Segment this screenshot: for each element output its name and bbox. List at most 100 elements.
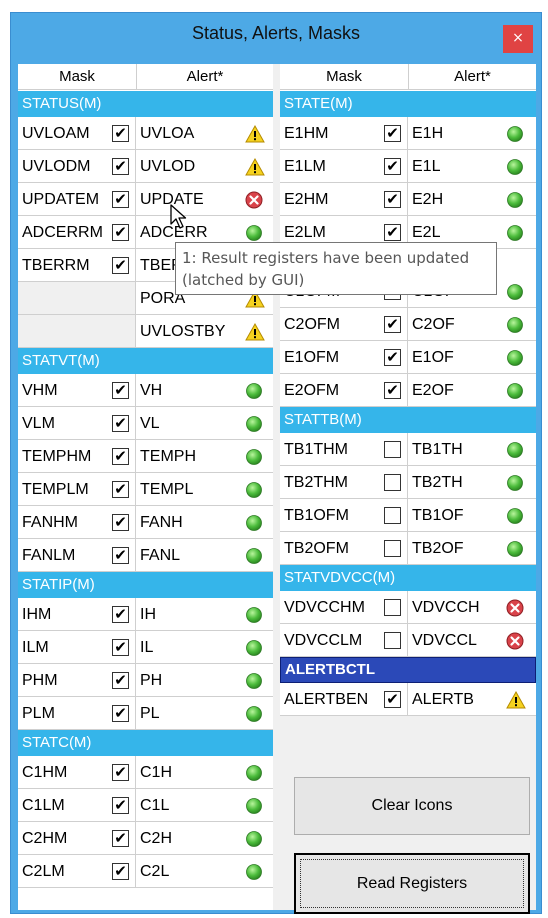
mask-checkbox[interactable]: ✔ [384, 691, 401, 708]
ok-icon[interactable] [245, 639, 263, 657]
ok-icon[interactable] [245, 514, 263, 532]
mask-checkbox[interactable] [384, 599, 401, 616]
mask-checkbox[interactable]: ✔ [112, 257, 129, 274]
mask-cell [18, 282, 136, 315]
mask-checkbox[interactable]: ✔ [384, 349, 401, 366]
ok-icon[interactable] [506, 316, 524, 334]
mask-cell: E1HM ✔ [280, 117, 408, 150]
warning-icon[interactable] [245, 323, 265, 341]
mask-checkbox[interactable]: ✔ [384, 158, 401, 175]
mask-checkbox[interactable]: ✔ [112, 224, 129, 241]
register-row: TB2OFM TB2OF [280, 532, 536, 565]
register-row: FANLM ✔ FANL [18, 539, 273, 572]
mask-label: TB1THM [284, 441, 348, 458]
mask-checkbox[interactable] [384, 632, 401, 649]
mask-checkbox[interactable]: ✔ [112, 481, 129, 498]
read-registers-button[interactable]: Read Registers [294, 853, 530, 914]
mask-label: UVLODM [22, 158, 91, 175]
mask-cell: C2LM ✔ [18, 855, 136, 888]
mask-label: VLM [22, 415, 55, 432]
ok-icon[interactable] [245, 705, 263, 723]
ok-icon[interactable] [506, 158, 524, 176]
alert-label: E1H [412, 125, 444, 142]
read-registers-label: Read Registers [356, 875, 468, 892]
mask-checkbox[interactable]: ✔ [112, 705, 129, 722]
error-icon[interactable] [245, 191, 263, 209]
error-icon[interactable] [506, 599, 524, 617]
clear-icons-button[interactable]: Clear Icons [294, 777, 530, 835]
ok-icon[interactable] [245, 382, 263, 400]
ok-icon[interactable] [506, 540, 524, 558]
mask-checkbox[interactable] [384, 474, 401, 491]
mask-checkbox[interactable]: ✔ [112, 382, 129, 399]
mask-checkbox[interactable]: ✔ [112, 797, 129, 814]
ok-icon[interactable] [245, 224, 263, 242]
ok-icon[interactable] [245, 797, 263, 815]
mask-checkbox[interactable]: ✔ [112, 606, 129, 623]
warning-icon[interactable] [506, 691, 526, 709]
mask-header: Mask [326, 68, 362, 85]
mask-checkbox[interactable]: ✔ [112, 547, 129, 564]
alert-cell: FANH [136, 506, 273, 539]
ok-icon[interactable] [506, 283, 524, 301]
alert-label: UVLOA [140, 125, 195, 142]
ok-icon[interactable] [506, 191, 524, 209]
mask-checkbox[interactable]: ✔ [384, 125, 401, 142]
mask-checkbox[interactable]: ✔ [112, 764, 129, 781]
mask-checkbox[interactable] [384, 507, 401, 524]
mask-cell: C1LM ✔ [18, 789, 136, 822]
ok-icon[interactable] [245, 764, 263, 782]
ok-icon[interactable] [506, 474, 524, 492]
alert-cell: C2OF [408, 308, 536, 341]
mask-checkbox[interactable]: ✔ [112, 672, 129, 689]
mask-checkbox[interactable]: ✔ [112, 514, 129, 531]
alert-label: PL [140, 705, 160, 722]
mask-checkbox[interactable]: ✔ [112, 830, 129, 847]
ok-icon[interactable] [245, 672, 263, 690]
ok-icon[interactable] [506, 441, 524, 459]
error-icon[interactable] [506, 632, 524, 650]
ok-icon[interactable] [245, 547, 263, 565]
close-icon: × [512, 30, 524, 46]
mask-checkbox[interactable]: ✔ [112, 191, 129, 208]
mask-checkbox[interactable]: ✔ [112, 158, 129, 175]
mask-label: PHM [22, 672, 58, 689]
mask-checkbox[interactable]: ✔ [112, 639, 129, 656]
mask-checkbox[interactable]: ✔ [384, 191, 401, 208]
cursor-icon [170, 204, 187, 229]
mask-checkbox[interactable] [384, 540, 401, 557]
mask-label: UVLOAM [22, 125, 90, 142]
alert-label: TEMPH [140, 448, 196, 465]
ok-icon[interactable] [506, 224, 524, 242]
ok-icon[interactable] [245, 481, 263, 499]
mask-checkbox[interactable]: ✔ [112, 125, 129, 142]
warning-icon[interactable] [245, 158, 265, 176]
ok-icon[interactable] [245, 830, 263, 848]
register-row: UVLOSTBY [18, 315, 273, 348]
ok-icon[interactable] [245, 606, 263, 624]
ok-icon[interactable] [245, 863, 263, 881]
mask-checkbox[interactable]: ✔ [384, 382, 401, 399]
mask-checkbox[interactable]: ✔ [384, 316, 401, 333]
mask-checkbox[interactable] [384, 441, 401, 458]
mask-cell: TEMPHM ✔ [18, 440, 136, 473]
mask-checkbox[interactable]: ✔ [112, 863, 129, 880]
mask-checkbox[interactable]: ✔ [112, 448, 129, 465]
title-bar[interactable]: Status, Alerts, Masks × [11, 13, 541, 55]
warning-icon[interactable] [245, 125, 265, 143]
register-row: C1HM ✔ C1H [18, 756, 273, 789]
ok-icon[interactable] [506, 507, 524, 525]
ok-icon[interactable] [506, 382, 524, 400]
register-row: TB1THM TB1TH [280, 433, 536, 466]
ok-icon[interactable] [245, 415, 263, 433]
alert-label: E1OF [412, 349, 454, 366]
close-button[interactable]: × [503, 25, 533, 53]
mask-checkbox[interactable]: ✔ [112, 415, 129, 432]
ok-icon[interactable] [506, 125, 524, 143]
alert-cell: VL [136, 407, 273, 440]
mask-cell: TEMPLM ✔ [18, 473, 136, 506]
register-row: VDVCCHM VDVCCH [280, 591, 536, 624]
ok-icon[interactable] [245, 448, 263, 466]
mask-checkbox[interactable]: ✔ [384, 224, 401, 241]
ok-icon[interactable] [506, 349, 524, 367]
